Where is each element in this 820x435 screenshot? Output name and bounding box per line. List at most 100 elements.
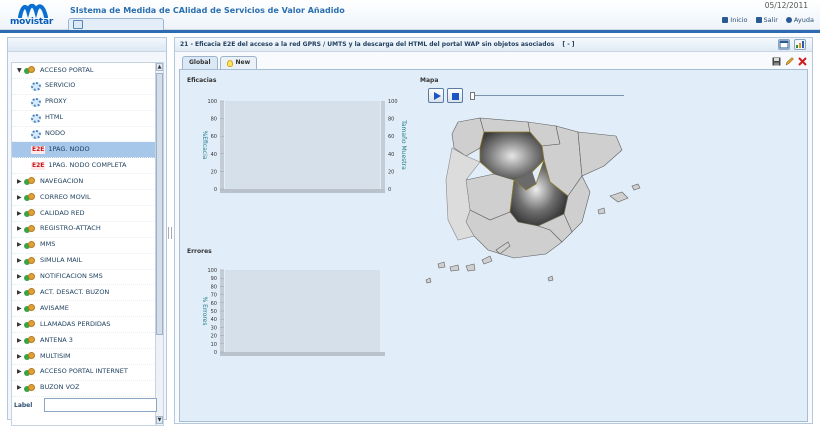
map-controls [428,88,463,103]
region-galicia[interactable] [451,117,485,157]
expand-right-icon[interactable]: ▶ [17,206,24,222]
scroll-up-button[interactable]: ▲ [156,63,163,71]
help-icon [785,17,792,23]
y-tick-label: 10 [211,342,217,348]
scroll-down-button[interactable]: ▼ [156,416,163,424]
chart-floor [220,352,385,356]
tree-item-label: CALIDAD RED [40,208,85,217]
region-ibiza[interactable] [597,207,606,215]
expand-right-icon[interactable]: ▶ [17,221,24,237]
expand-right-icon[interactable]: ▶ [17,253,24,269]
spain-map[interactable] [418,110,643,290]
global-view-content: Eficacias Mapa Errores 0 20 40 60 80 100 0 20 40… [179,69,808,422]
tree-item[interactable]: ▶ MULTISIM [12,349,156,365]
y-tick-label: 40 [211,152,217,158]
slider-thumb[interactable] [470,92,475,100]
play-button[interactable] [428,88,444,103]
tree-item[interactable]: PROXY [12,95,156,111]
scroll-thumb[interactable] [156,73,163,335]
folder-icon [24,65,37,75]
y-axis-strip [220,101,224,189]
region-canarias-4[interactable] [481,255,493,265]
header-tab[interactable] [68,18,164,30]
close-icon[interactable] [798,57,807,66]
tree-item[interactable]: ▶ ACT. DESACT. BUZON [12,285,156,302]
tree-scrollbar[interactable]: ▲ ▼ [155,63,163,425]
tree-item[interactable]: ▶ BUZON VOZ [12,381,156,397]
edit-icon[interactable] [785,57,794,66]
tree-item[interactable]: E2E 1PAG. NODO COMPLETA [12,158,156,175]
movistar-m-icon [18,3,48,18]
expand-right-icon[interactable]: ▶ [17,285,24,301]
tree-item-label: 1PAG. NODO [48,144,90,153]
nav-salir-label: Salir [763,16,778,24]
chart-floor [220,189,385,193]
y2-tick-label: 80 [388,117,394,123]
expand-right-icon[interactable]: ▶ [17,333,24,349]
tree-item-label: PROXY [45,97,67,106]
tree-item[interactable]: ▶ CALIDAD RED [12,206,156,222]
region-canarias-6[interactable] [425,277,432,284]
nav-inicio[interactable]: Inicio [722,16,748,24]
expand-right-icon[interactable]: ▶ [17,174,24,190]
nav-ayuda[interactable]: Ayuda [785,16,814,24]
tree-item[interactable]: ▶ ACCESO PORTAL INTERNET [12,365,156,381]
tree-item-label: CORREO MOVIL [40,192,91,201]
expand-right-icon[interactable]: ▶ [17,364,24,380]
tree-item[interactable]: ▶ LLAMADAS PERDIDAS [12,317,156,334]
y2-tick-label: 60 [388,134,394,140]
expand-right-icon[interactable]: ▶ [17,317,24,333]
region-mallorca[interactable] [609,191,629,203]
calendar-button[interactable] [778,39,790,50]
tree-item[interactable]: ▶ CORREO MOVIL [12,190,156,207]
movistar-logo[interactable]: movistar [6,2,66,28]
expand-right-icon[interactable]: ▶ [17,380,24,396]
indicator-title: 21 - Eficacia E2E del acceso a la red GP… [180,41,575,48]
tree-item[interactable]: HTML [12,111,156,127]
expand-right-icon[interactable]: ▶ [17,190,24,206]
tree-item[interactable]: ▶ ANTENA 3 [12,333,156,350]
expand-right-icon[interactable]: ▶ [17,349,24,365]
tree-item[interactable]: ▶ SIMULA MAIL [12,254,156,270]
gear-icon [31,97,41,107]
tree-item[interactable]: ▶ REGISTRO-ATTACH [12,222,156,238]
expand-right-icon[interactable]: ▶ [17,269,24,285]
expand-right-icon[interactable]: ▶ [17,237,24,253]
tree-item-label: NAVEGACION [40,176,84,185]
region-castilla-leon[interactable] [479,131,545,181]
tab-new[interactable]: New [219,56,258,69]
tree-item[interactable]: ▼ ACCESO PORTAL [12,63,156,79]
region-ceuta[interactable] [547,275,554,282]
folder-icon [24,256,37,266]
tree-item[interactable]: ▶ AVISAME [12,301,156,318]
view-tabs: Global New [182,56,259,69]
tree-item[interactable]: ▶ MMS [12,238,156,254]
nav-inicio-label: Inicio [730,16,748,24]
region-menorca[interactable] [631,183,641,191]
tree-item[interactable]: ▶ NAVEGACION [12,174,156,191]
region-canarias-1[interactable] [437,261,446,269]
e2e-icon: E2E [31,145,46,154]
tab-global[interactable]: Global [182,56,218,69]
expand-right-icon[interactable]: ▶ [17,301,24,317]
folder-icon [24,272,37,282]
time-slider[interactable] [470,92,626,100]
app-title: SIstema de Medida de CAlidad de Servicio… [70,6,345,15]
y2-tick-label: 0 [388,187,391,193]
label-input[interactable] [44,398,157,412]
region-cataluna[interactable] [577,131,623,177]
expand-down-icon[interactable]: ▼ [17,63,24,78]
panel-splitter-handle[interactable] [168,227,172,239]
tree-item[interactable]: NODO [12,127,156,143]
nav-salir[interactable]: Salir [755,16,778,24]
region-canarias-3[interactable] [465,263,476,272]
stop-button[interactable] [447,88,463,103]
y-tick-label: 0 [214,350,217,356]
chart-button[interactable] [794,39,806,50]
tree-item[interactable]: E2E 1PAG. NODO [12,142,156,159]
region-canarias-2[interactable] [449,264,460,272]
tree-item[interactable]: ▶ NOTIFICACION SMS [12,270,156,286]
calendar-icon [779,40,789,49]
tree-item[interactable]: SERVICIO [12,79,156,95]
save-icon[interactable] [772,57,781,66]
